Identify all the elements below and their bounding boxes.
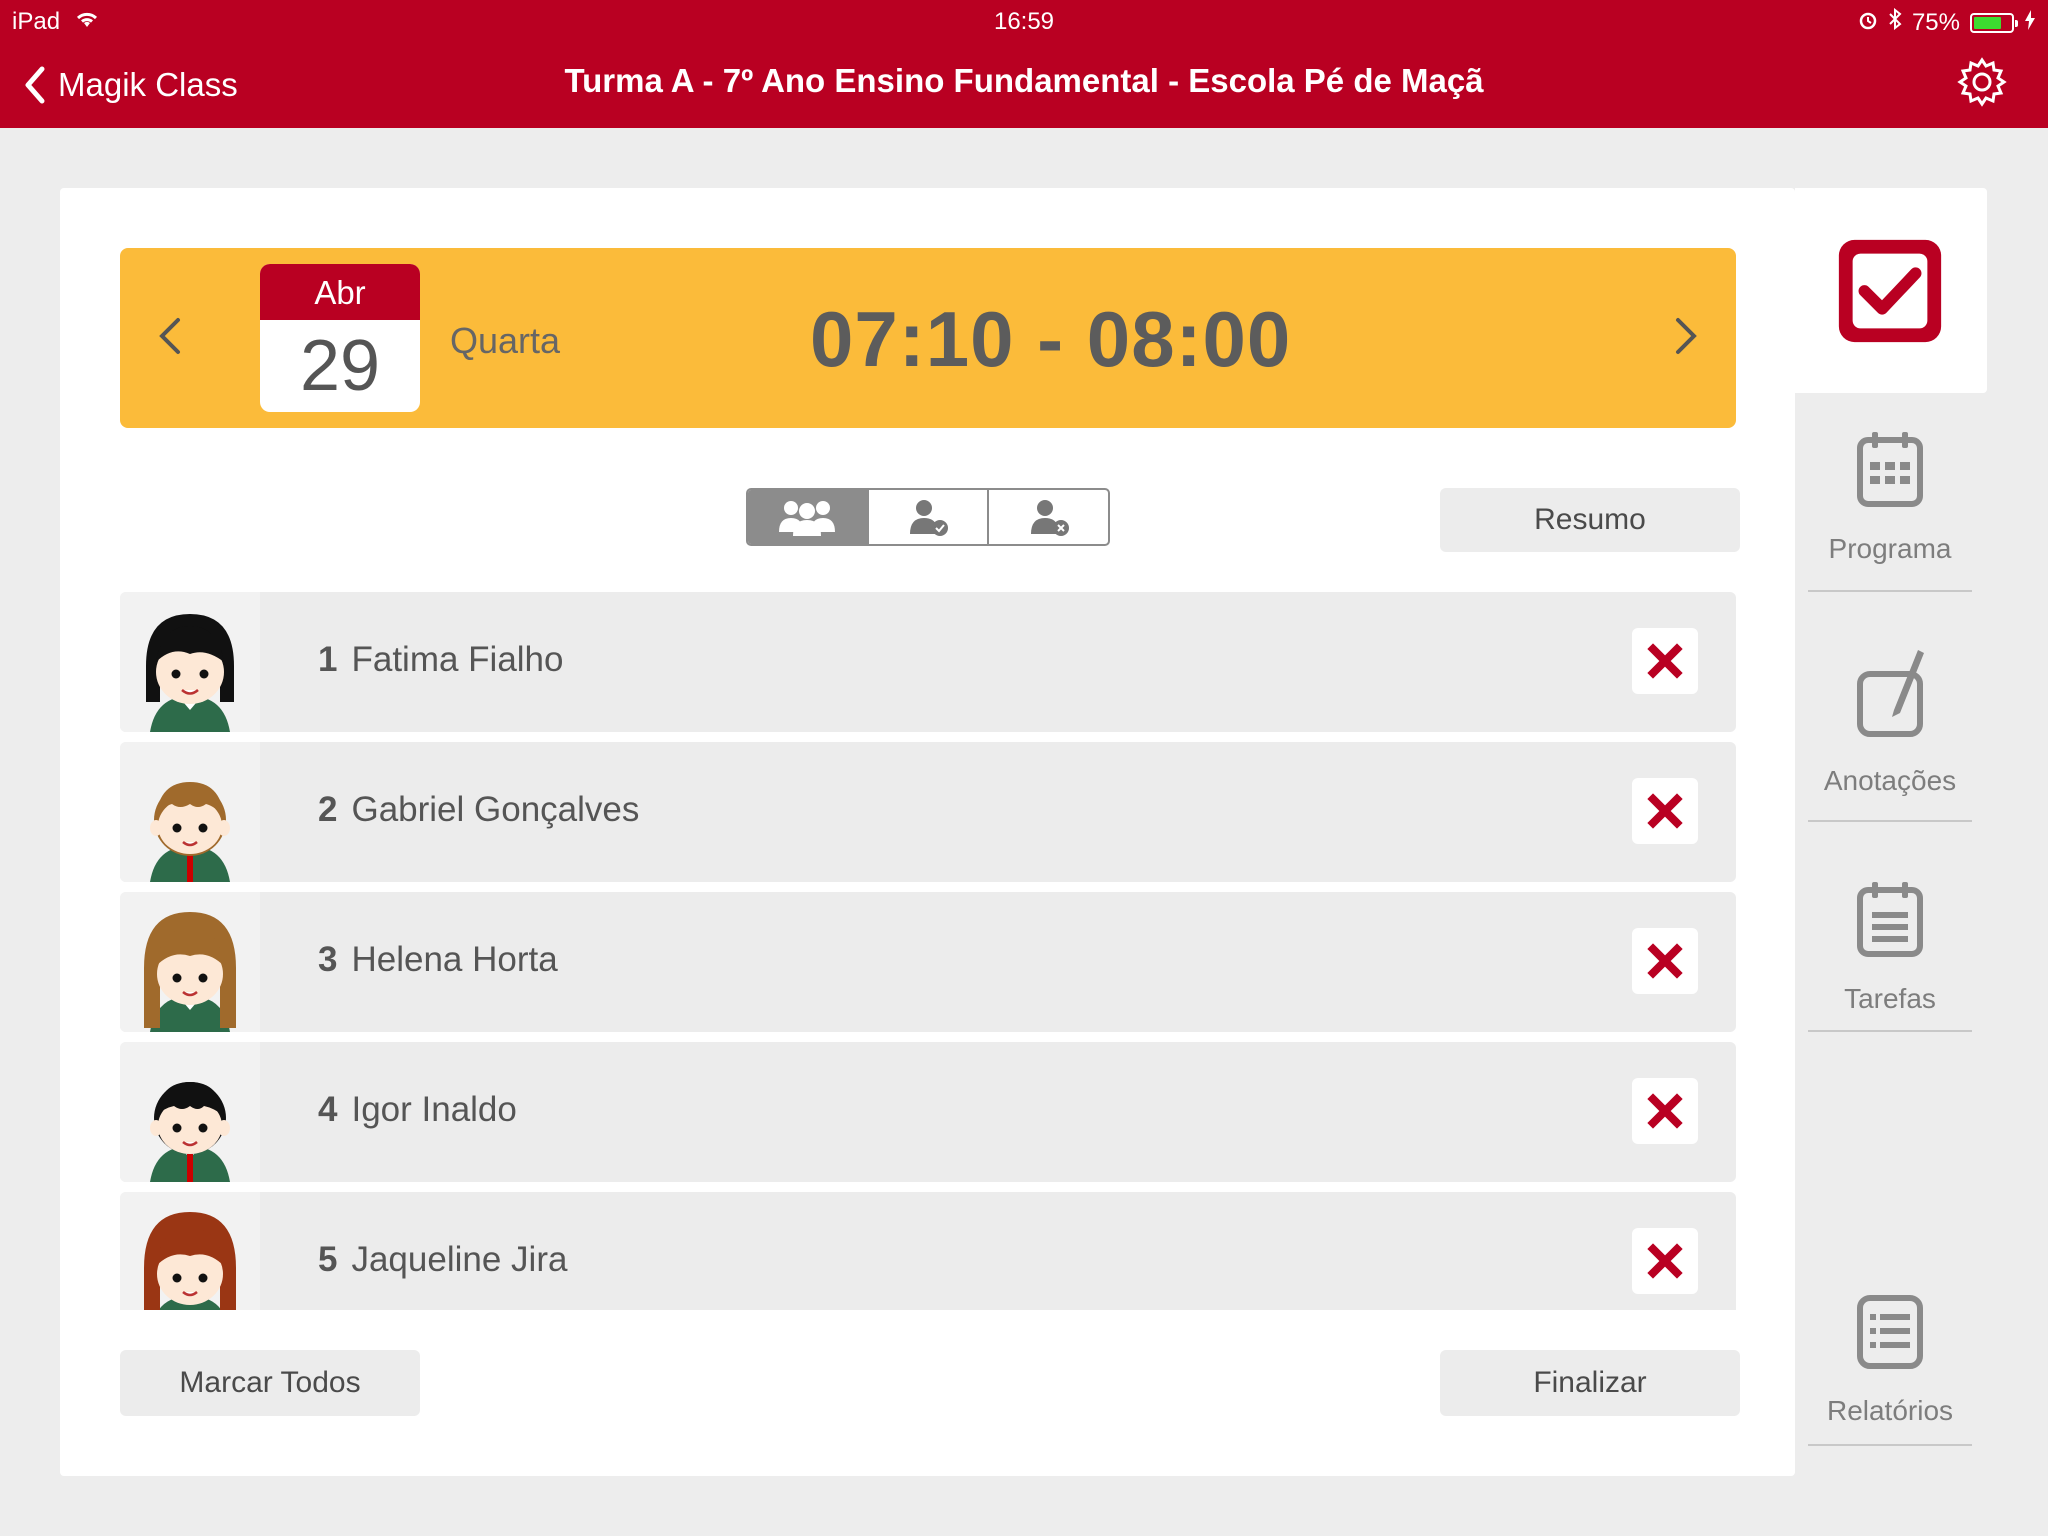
- tab-tarefas[interactable]: Tarefas: [1808, 880, 1972, 1032]
- student-avatar: [120, 1192, 260, 1310]
- tab-programa[interactable]: Programa: [1808, 430, 1972, 592]
- student-name: 2 Gabriel Gonçalves: [318, 790, 639, 830]
- mark-absent-button[interactable]: [1632, 928, 1698, 994]
- student-avatar: [120, 592, 260, 732]
- divider: [1808, 590, 1972, 592]
- battery-percent: 75%: [1911, 8, 1960, 36]
- student-row[interactable]: 1 Fatima Fialho: [120, 592, 1736, 732]
- filter-absent-students[interactable]: [989, 490, 1108, 544]
- student-number: 4: [318, 1090, 338, 1129]
- divider: [1808, 1030, 1972, 1032]
- mark-absent-button[interactable]: [1632, 778, 1698, 844]
- status-bar: iPad 16:59 75%: [0, 0, 2048, 40]
- class-time-range: 07:10 - 08:00: [810, 295, 1292, 383]
- summary-button[interactable]: Resumo: [1440, 488, 1740, 552]
- page-title: Turma A - 7º Ano Ensino Fundamental - Es…: [564, 62, 1484, 99]
- student-row[interactable]: 4 Igor Inaldo: [120, 1042, 1736, 1182]
- student-name-text: Fatima Fialho: [351, 640, 564, 679]
- tab-label: Relatórios: [1826, 1395, 1954, 1426]
- date-banner: Abr 29 Quarta 07:10 - 08:00: [120, 248, 1736, 428]
- tab-label: Tarefas: [1844, 983, 1936, 1014]
- battery-icon: [1970, 12, 2018, 33]
- list-report-icon: [1857, 1295, 1923, 1369]
- settings-button[interactable]: [1956, 56, 2008, 108]
- mark-absent-button[interactable]: [1632, 1228, 1698, 1294]
- tab-relatorios[interactable]: Relatórios: [1808, 1292, 1972, 1446]
- tab-label: Programa: [1828, 533, 1952, 564]
- weekday-label: Quarta: [450, 320, 561, 361]
- next-class-button[interactable]: [1666, 304, 1706, 368]
- charging-icon: [2024, 9, 2036, 37]
- student-number: 5: [318, 1240, 338, 1279]
- chevron-right-icon: [1676, 318, 1697, 354]
- clipboard-icon: [1857, 882, 1923, 957]
- close-icon: [1647, 1243, 1683, 1279]
- student-row[interactable]: 2 Gabriel Gonçalves: [120, 742, 1736, 882]
- student-name: 3 Helena Horta: [318, 940, 558, 980]
- student-number: 2: [318, 790, 338, 829]
- calendar-badge: Abr 29: [260, 264, 420, 412]
- checkbox-checked-icon: [1838, 239, 1942, 343]
- gear-icon: [1957, 57, 2007, 107]
- top-bar: iPad 16:59 75% Magik Class Turma A - 7º …: [0, 0, 2048, 128]
- student-avatar: [120, 1042, 260, 1182]
- tab-label: Anotações: [1823, 765, 1957, 796]
- student-row[interactable]: 3 Helena Horta: [120, 892, 1736, 1032]
- tab-anotacoes[interactable]: Anotações: [1808, 646, 1972, 822]
- close-icon: [1647, 793, 1683, 829]
- calendar-icon: [1857, 432, 1923, 507]
- previous-class-button[interactable]: [150, 304, 190, 368]
- student-name-text: Gabriel Gonçalves: [351, 790, 640, 829]
- student-row[interactable]: 5 Jaqueline Jira: [120, 1192, 1736, 1310]
- chevron-left-icon: [159, 318, 180, 354]
- student-avatar: [120, 892, 260, 1032]
- alarm-icon: [1858, 9, 1878, 37]
- student-name: 4 Igor Inaldo: [318, 1090, 517, 1130]
- student-name: 5 Jaqueline Jira: [318, 1240, 567, 1280]
- student-name-text: Jaqueline Jira: [351, 1240, 568, 1279]
- all-students-icon: [779, 501, 836, 536]
- student-name-text: Igor Inaldo: [351, 1090, 517, 1129]
- absent-student-icon: [1030, 500, 1069, 536]
- tab-chamada[interactable]: [1808, 232, 1972, 357]
- calendar-month: Abr: [260, 264, 420, 320]
- divider: [1808, 820, 1972, 822]
- close-icon: [1647, 1093, 1683, 1129]
- bluetooth-icon: [1888, 7, 1902, 37]
- status-time: 16:59: [993, 8, 1055, 35]
- student-name: 1 Fatima Fialho: [318, 640, 564, 680]
- student-avatar: [120, 742, 260, 882]
- student-name-text: Helena Horta: [351, 940, 558, 979]
- present-student-icon: [910, 500, 948, 536]
- divider: [1808, 1444, 1972, 1446]
- student-filter: [746, 488, 1110, 546]
- filter-all-students[interactable]: [748, 490, 869, 544]
- filter-present-students[interactable]: [869, 490, 990, 544]
- mark-absent-button[interactable]: [1632, 1078, 1698, 1144]
- student-number: 1: [318, 640, 338, 679]
- finish-button[interactable]: Finalizar: [1440, 1350, 1740, 1416]
- close-icon: [1647, 943, 1683, 979]
- calendar-day: 29: [299, 326, 381, 406]
- mark-absent-button[interactable]: [1632, 628, 1698, 694]
- note-pencil-icon: [1857, 650, 1924, 737]
- close-icon: [1647, 643, 1683, 679]
- mark-all-button[interactable]: Marcar Todos: [120, 1350, 420, 1416]
- student-number: 3: [318, 940, 338, 979]
- student-list: 1 Fatima Fialho 2 Gabriel Gonçalves 3 He…: [120, 592, 1736, 1310]
